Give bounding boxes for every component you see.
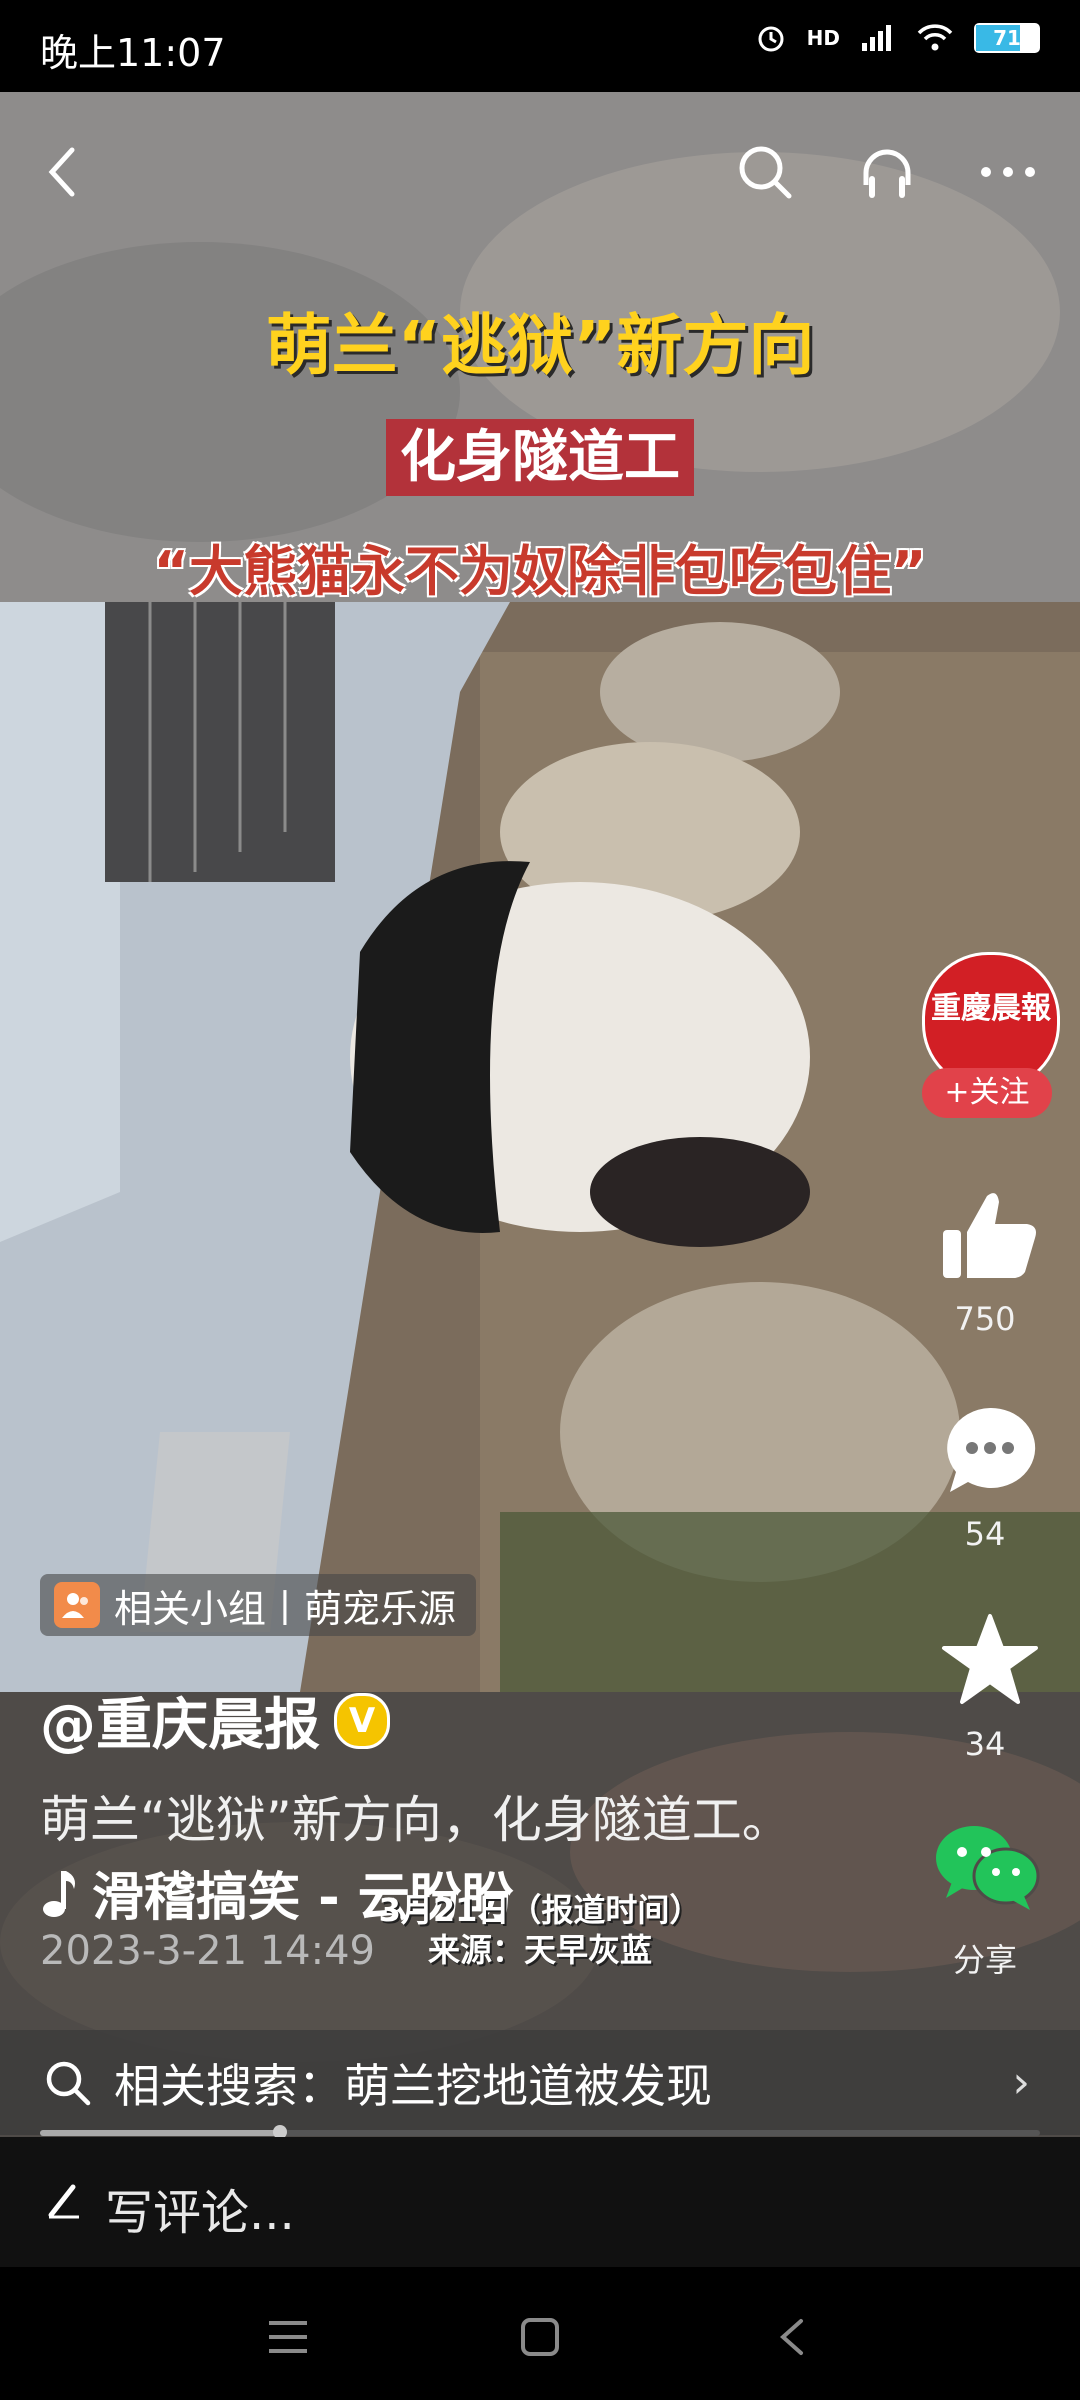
- battery-indicator: 71: [974, 23, 1040, 53]
- avatar-logo-text: 重慶晨報: [931, 991, 1051, 1026]
- chevron-left-icon: [48, 147, 75, 197]
- post-date: 2023-3-21 14:49: [40, 1928, 375, 1974]
- follow-button[interactable]: +关注: [922, 1068, 1052, 1118]
- home-button[interactable]: [510, 2307, 570, 2367]
- thumbs-up-icon: [943, 1193, 1036, 1278]
- video-subtitle-line2: 来源：天早灰蓝: [427, 1931, 652, 1969]
- favorite-count: 34: [964, 1725, 1006, 1763]
- cellular-signal-icon: [862, 25, 891, 51]
- chevron-right-icon: ›: [1012, 2057, 1030, 2108]
- alarm-icon: [758, 26, 784, 52]
- related-search-label: 相关搜索：萌兰挖地道被发现: [114, 2058, 712, 2113]
- share-label: 分享: [952, 1941, 1017, 1979]
- search-button[interactable]: [733, 140, 797, 204]
- author-handle: @重庆晨报: [40, 1693, 320, 1758]
- favorite-button[interactable]: [940, 1610, 1040, 1710]
- status-time: 晚上11:07: [40, 31, 226, 75]
- back-triangle-icon: [779, 2319, 803, 2355]
- comment-bar[interactable]: 写评论...: [0, 2137, 1080, 2267]
- video-quote: “大熊猫永不为奴除非包吃包住”: [153, 540, 927, 603]
- wifi-icon: [917, 24, 953, 51]
- pen-icon: [48, 2184, 79, 2219]
- group-tag-label: 相关小组丨萌宠乐源: [114, 1586, 457, 1631]
- author-name[interactable]: @重庆晨报 V: [40, 1680, 390, 1761]
- network-type: HD: [806, 26, 840, 50]
- menu-icon: [269, 2321, 307, 2353]
- video-headline: 萌兰“逃狱”新方向: [265, 307, 815, 384]
- verified-badge-icon: V: [334, 1692, 390, 1749]
- music-note-icon: [43, 1870, 75, 1917]
- related-search-bar[interactable]: 相关搜索：萌兰挖地道被发现 ›: [0, 2030, 1080, 2135]
- system-nav-bar: [0, 2267, 1080, 2400]
- comment-bubble-icon: [947, 1407, 1036, 1492]
- like-button[interactable]: [935, 1180, 1045, 1290]
- headphones-icon: [863, 149, 911, 198]
- video-progress-bar[interactable]: [40, 2125, 1040, 2139]
- listen-button[interactable]: [855, 140, 919, 204]
- status-icons: HD 71: [755, 22, 1040, 54]
- more-button[interactable]: [976, 140, 1040, 204]
- video-progress-fill: [40, 2130, 280, 2136]
- group-icon: [54, 1582, 100, 1628]
- comment-input[interactable]: 写评论...: [105, 2173, 295, 2243]
- home-square-icon: [521, 2318, 559, 2356]
- comment-count: 54: [964, 1515, 1006, 1553]
- post-caption: 萌兰“逃狱”新方向，化身隧道工。: [40, 1791, 792, 1849]
- system-back-button[interactable]: [762, 2307, 822, 2367]
- video-subhead-text: 化身隧道工: [386, 419, 694, 496]
- menu-button[interactable]: [258, 2307, 318, 2367]
- related-group-tag[interactable]: 相关小组丨萌宠乐源: [40, 1574, 477, 1636]
- star-icon: [942, 1614, 1038, 1704]
- comment-button[interactable]: [940, 1400, 1040, 1500]
- wechat-icon: [936, 1826, 1040, 1910]
- back-button[interactable]: [30, 140, 94, 204]
- search-icon: [739, 146, 792, 199]
- status-bar: 晚上11:07 HD 71: [0, 0, 1080, 92]
- video-subhead: 化身隧道工: [0, 412, 1080, 496]
- search-icon: [46, 2061, 91, 2105]
- share-button[interactable]: [932, 1822, 1042, 1912]
- battery-level: 71: [993, 26, 1021, 50]
- more-icon: [981, 167, 1035, 177]
- like-count: 750: [954, 1300, 1016, 1338]
